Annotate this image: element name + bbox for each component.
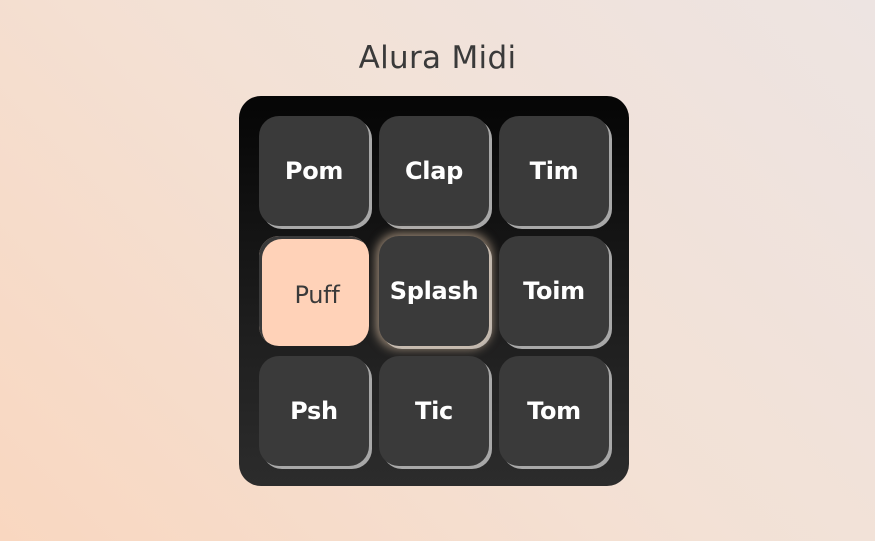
pad-tic[interactable]: Tic	[379, 356, 489, 466]
pad-tom[interactable]: Tom	[499, 356, 609, 466]
pad-psh[interactable]: Psh	[259, 356, 369, 466]
pad-pom[interactable]: Pom	[259, 116, 369, 226]
pad-tim[interactable]: Tim	[499, 116, 609, 226]
pad-puff[interactable]: Puff	[259, 236, 369, 346]
app-title: Alura Midi	[358, 40, 517, 76]
pad-toim[interactable]: Toim	[499, 236, 609, 346]
pad-board: Pom Clap Tim Puff Splash Toim Psh Tic To…	[239, 96, 629, 486]
pad-splash[interactable]: Splash	[379, 236, 489, 346]
pad-clap[interactable]: Clap	[379, 116, 489, 226]
